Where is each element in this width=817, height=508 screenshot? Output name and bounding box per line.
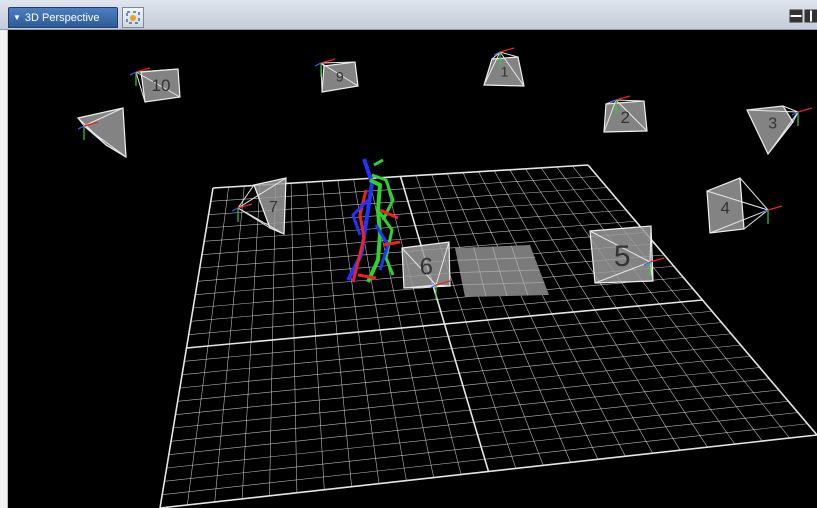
- view-name-label: 3D Perspective: [24, 12, 100, 24]
- camera-label: 9: [336, 68, 344, 84]
- split-vertical-icon[interactable]: [804, 9, 817, 23]
- grid-line: [177, 344, 741, 402]
- grid-line: [587, 164, 817, 436]
- camera-label: 4: [721, 199, 730, 218]
- frame-selection-button[interactable]: [122, 7, 144, 28]
- grid-line: [166, 400, 789, 469]
- 3d-viewport[interactable]: 10 9 1 2 3 7 4 6 5: [8, 30, 817, 508]
- camera-4[interactable]: 4: [706, 177, 783, 234]
- camera-label: 10: [152, 76, 171, 95]
- camera-5[interactable]: 5: [589, 225, 665, 284]
- grid-line: [447, 173, 571, 463]
- camera-2[interactable]: 2: [603, 95, 648, 133]
- view-selector-tab[interactable]: ▼ 3D Perspective: [8, 7, 118, 28]
- grid-line: [431, 174, 544, 466]
- grid-line: [173, 367, 760, 429]
- camera-label: 5: [614, 240, 631, 273]
- camera-1[interactable]: 1: [483, 47, 525, 87]
- camera-label: 3: [768, 116, 777, 133]
- camera-unlabeled[interactable]: [76, 107, 127, 159]
- left-panel-edge: [0, 30, 8, 508]
- grid-line: [186, 299, 703, 349]
- view-header: ▼ 3D Perspective: [0, 0, 817, 30]
- camera-3[interactable]: 3: [746, 105, 813, 156]
- camera-10[interactable]: 10: [129, 67, 181, 103]
- camera-label: 7: [269, 199, 278, 216]
- grid-line: [162, 423, 808, 495]
- grid-line: [171, 378, 770, 442]
- camera-9[interactable]: 9: [314, 58, 359, 93]
- grid-line: [182, 322, 722, 375]
- camera-label: 2: [621, 108, 630, 127]
- camera-label: 6: [420, 253, 433, 280]
- grid-line: [168, 389, 779, 455]
- grid-line: [175, 355, 751, 415]
- grid-line: [184, 310, 713, 362]
- dropdown-triangle-icon[interactable]: ▼: [13, 13, 21, 22]
- grid-line: [478, 171, 626, 457]
- split-horizontal-icon[interactable]: [789, 9, 804, 23]
- grid-line: [509, 169, 681, 451]
- grid-line: [179, 333, 732, 389]
- frame-selection-icon: [126, 11, 140, 24]
- camera-label: 1: [501, 64, 509, 80]
- camera-6[interactable]: 6: [401, 241, 451, 299]
